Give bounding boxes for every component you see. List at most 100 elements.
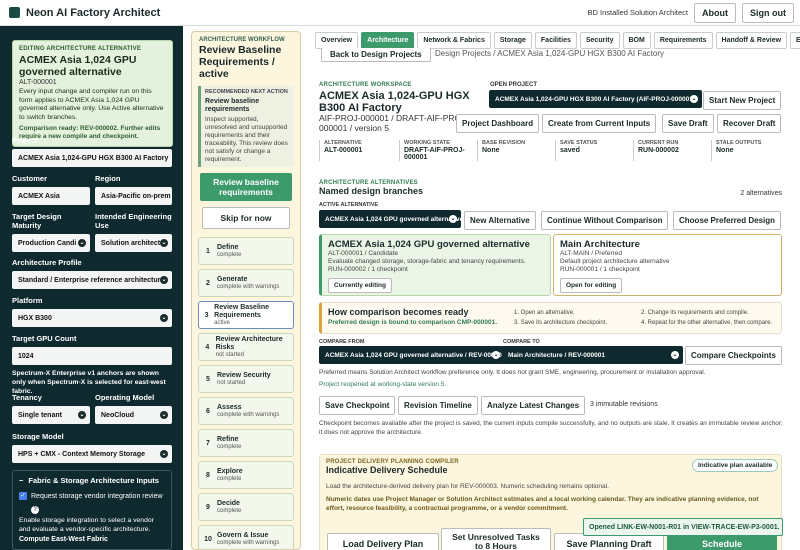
card1-run: RUN-000002 / 1 checkpoint: [328, 266, 408, 273]
chevron-down-icon: ⌄: [160, 411, 168, 419]
comparison-steps-right: 2. Change its requirements and compile. …: [641, 308, 772, 328]
app-title: Neon AI Factory Architect: [26, 6, 161, 19]
region-input[interactable]: Asia-Pacific on-prem: [95, 187, 172, 205]
use-field: Intended Engineering Use Solution archit…: [95, 212, 172, 252]
analyze-changes-button[interactable]: Analyze Latest Changes: [481, 396, 586, 415]
chevron-down-icon: ⌄: [160, 450, 168, 458]
card1-id: ALT-000001 / Candidate: [328, 250, 398, 257]
tab-evidence[interactable]: Evidence: [790, 32, 800, 49]
fabric-storage-expander[interactable]: − Fabric & Storage Architecture Inputs ✓ …: [12, 470, 172, 550]
review-baseline-button[interactable]: Review baseline requirements: [200, 173, 292, 201]
project-dashboard-button[interactable]: Project Dashboard: [456, 114, 540, 133]
workflow-step[interactable]: 7 Refine complete: [198, 429, 294, 457]
workflow-step[interactable]: 4 Review Architecture Risks not started: [198, 333, 294, 361]
sign-out-button[interactable]: Sign out: [742, 2, 794, 23]
tab-facilities[interactable]: Facilities: [534, 32, 577, 49]
region-label: Region: [95, 174, 121, 183]
start-new-project-button[interactable]: Start New Project: [703, 91, 782, 110]
app-logo-icon: [9, 7, 20, 18]
recommended-desc: Inspect supported, unresolved and unsupp…: [205, 116, 288, 163]
meta-item: ALTERNATIVE ALT-000001: [319, 140, 399, 161]
maturity-select[interactable]: Production Candi ⌄: [12, 234, 90, 252]
back-button[interactable]: Back to Design Projects: [321, 48, 431, 62]
tab-requirements[interactable]: Requirements: [653, 32, 713, 49]
operating-field: Operating Model NeoCloud ⌄: [95, 393, 172, 424]
step-body: Generate complete with warnings: [217, 276, 279, 291]
step-title: Generate: [217, 275, 248, 283]
step-status: not started: [217, 379, 246, 386]
open-for-editing-button[interactable]: Open for editing: [560, 278, 623, 293]
workflow-step[interactable]: 5 Review Security not started: [198, 365, 294, 393]
fabric-expander-title: Fabric & Storage Architecture Inputs: [28, 476, 159, 485]
tab-bom[interactable]: BOM: [622, 32, 651, 49]
platform-select[interactable]: HGX B300 ⌄: [12, 309, 172, 327]
workflow-step[interactable]: 10 Govern & Issue complete with warnings: [198, 525, 294, 549]
card2-desc: Default project architecture alternative: [560, 258, 670, 265]
step-body: Review Architecture Risks not started: [216, 336, 293, 359]
revision-timeline-button[interactable]: Revision Timeline: [398, 396, 478, 415]
maturity-label: Target Design Maturity: [12, 212, 62, 230]
step-status: complete: [217, 443, 242, 450]
step-title: Decide: [217, 499, 240, 507]
gpu-input[interactable]: 1024: [12, 347, 172, 365]
load-delivery-plan-button[interactable]: Load Delivery Plan: [327, 533, 439, 550]
tab-architecture[interactable]: Architecture: [361, 32, 415, 49]
workflow-step[interactable]: 9 Decide complete: [198, 493, 294, 521]
alternative-card-governed: ACMEX Asia 1,024 GPU governed alternativ…: [319, 234, 551, 296]
workflow-step[interactable]: 2 Generate complete with warnings: [198, 269, 294, 297]
customer-label: Customer: [12, 174, 48, 183]
customer-input[interactable]: ACMEX Asia: [12, 187, 90, 205]
tab-handoff-review[interactable]: Handoff & Review: [715, 32, 788, 49]
compare-checkpoints-button[interactable]: Compare Checkpoints: [685, 346, 782, 365]
workflow-step[interactable]: 8 Explore complete: [198, 461, 294, 489]
open-project-label: OPEN PROJECT: [490, 82, 538, 88]
currently-editing-button[interactable]: Currently editing: [328, 278, 393, 293]
meta-value: None: [482, 147, 500, 154]
workflow-step[interactable]: 1 Define complete: [198, 237, 294, 265]
help-icon[interactable]: ?: [31, 504, 165, 514]
choose-preferred-design-button[interactable]: Choose Preferred Design: [673, 211, 782, 230]
toast-notification: Opened LINK-EW-N001-R01 in VIEW-TRACE-EW…: [583, 518, 783, 536]
compare-from-select[interactable]: ACMEX Asia 1,024 GPU governed alternativ…: [319, 346, 505, 364]
step-status: complete with warnings: [217, 411, 280, 418]
save-draft-button[interactable]: Save Draft: [662, 114, 714, 133]
step-body: Govern & Issue complete with warnings: [217, 532, 279, 547]
meta-item: CURRENT RUN RUN-000002: [633, 140, 711, 161]
save-checkpoint-button[interactable]: Save Checkpoint: [319, 396, 396, 415]
project-input[interactable]: ACMEX Asia 1,024-GPU HGX B300 AI Factory: [12, 149, 172, 167]
workflow-step[interactable]: 3 Review Baseline Requirements active: [198, 301, 294, 329]
fabric-expander-header[interactable]: − Fabric & Storage Architecture Inputs: [19, 476, 165, 485]
checkbox-checked-icon[interactable]: ✓: [19, 492, 27, 500]
active-alternative-select[interactable]: ACMEX Asia 1,024 GPU governed alternativ…: [319, 210, 464, 228]
skip-button[interactable]: Skip for now: [202, 207, 290, 229]
gpu-label: Target GPU Count: [12, 334, 77, 343]
vendor-review-checkbox-row[interactable]: ✓ Request storage vendor integration rev…: [19, 492, 165, 501]
operating-select[interactable]: NeoCloud ⌄: [95, 406, 172, 424]
set-unresolved-tasks-button[interactable]: Set Unresolved Tasks to 8 Hours: [441, 528, 551, 550]
tab-network-fabrics[interactable]: Network & Fabrics: [417, 32, 491, 49]
open-project-select[interactable]: ACMEX Asia 1,024-GPU HGX B300 AI Factory…: [489, 90, 702, 108]
tab-storage[interactable]: Storage: [493, 32, 532, 49]
plan-note: Numeric dates use Project Manager or Sol…: [326, 496, 759, 512]
tab-security[interactable]: Security: [579, 32, 620, 49]
continue-without-comparison-button[interactable]: Continue Without Comparison: [541, 211, 669, 230]
storage-value: HPS + CMX - Context Memory Storage: [18, 450, 145, 458]
storage-select[interactable]: HPS + CMX - Context Memory Storage ⌄: [12, 445, 172, 463]
step-number: 8: [206, 471, 210, 479]
recommended-kicker: RECOMMENDED NEXT ACTION: [205, 89, 288, 95]
tab-overview[interactable]: Overview: [315, 32, 359, 49]
meta-value: RUN-000002: [638, 147, 679, 154]
compare-to-select[interactable]: Main Architecture / REV-000001 ⌄: [502, 346, 683, 364]
workflow-step[interactable]: 6 Assess complete with warnings: [198, 397, 294, 425]
step-body: Explore complete: [217, 468, 243, 483]
about-button[interactable]: About: [694, 2, 736, 23]
recover-draft-button[interactable]: Recover Draft: [717, 114, 782, 133]
checkpoint-note: Checkpoint becomes available after the p…: [319, 420, 783, 436]
use-select[interactable]: Solution architect ⌄: [95, 234, 172, 252]
tenancy-select[interactable]: Single tenant ⌄: [12, 406, 90, 424]
comparison-readiness: How comparison becomes ready Preferred d…: [319, 302, 782, 334]
active-alternative-value: ACMEX Asia 1,024 GPU governed alternativ…: [325, 215, 464, 223]
new-alternative-button[interactable]: New Alternative: [464, 211, 536, 230]
create-from-inputs-button[interactable]: Create from Current Inputs: [542, 114, 657, 133]
profile-select[interactable]: Standard / Enterprise reference architec…: [12, 271, 172, 289]
